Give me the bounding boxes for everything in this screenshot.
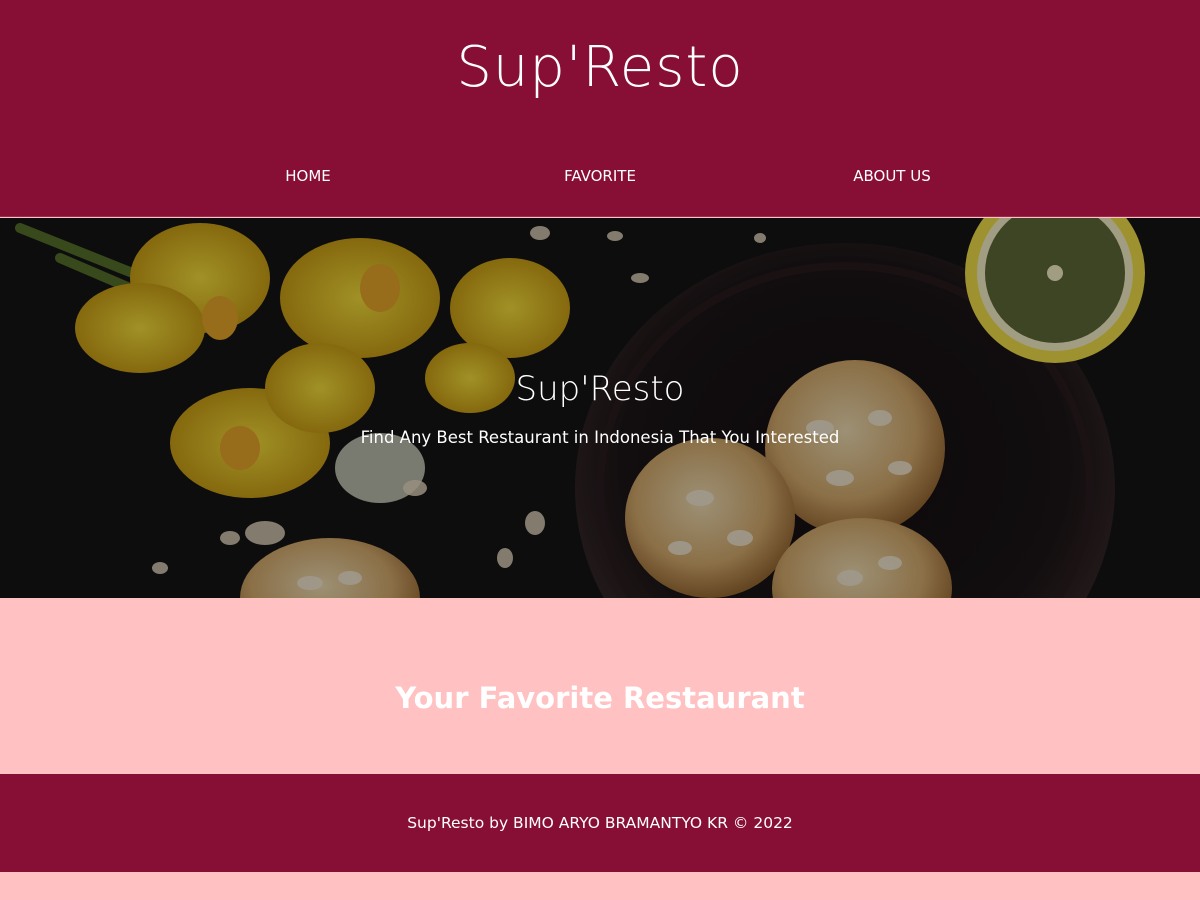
bottom-strip (0, 872, 1200, 900)
favorite-section: Your Favorite Restaurant (0, 598, 1200, 774)
footer: Sup'Resto by BIMO ARYO BRAMANTYO KR © 20… (0, 774, 1200, 872)
brand-title[interactable]: Sup'Resto (0, 28, 1200, 108)
hero-title: Sup'Resto (515, 369, 685, 409)
nav-favorite[interactable]: FAVORITE (480, 158, 720, 194)
hero-tagline: Find Any Best Restaurant in Indonesia Th… (360, 428, 840, 447)
section-title: Your Favorite Restaurant (395, 681, 805, 716)
nav-about-us[interactable]: ABOUT US (772, 158, 1012, 194)
app-header: Sup'Resto HOME FAVORITE ABOUT US (0, 0, 1200, 217)
footer-text: Sup'Resto by BIMO ARYO BRAMANTYO KR © 20… (407, 814, 793, 832)
main-nav: HOME FAVORITE ABOUT US (0, 158, 1200, 194)
nav-home[interactable]: HOME (188, 158, 428, 194)
